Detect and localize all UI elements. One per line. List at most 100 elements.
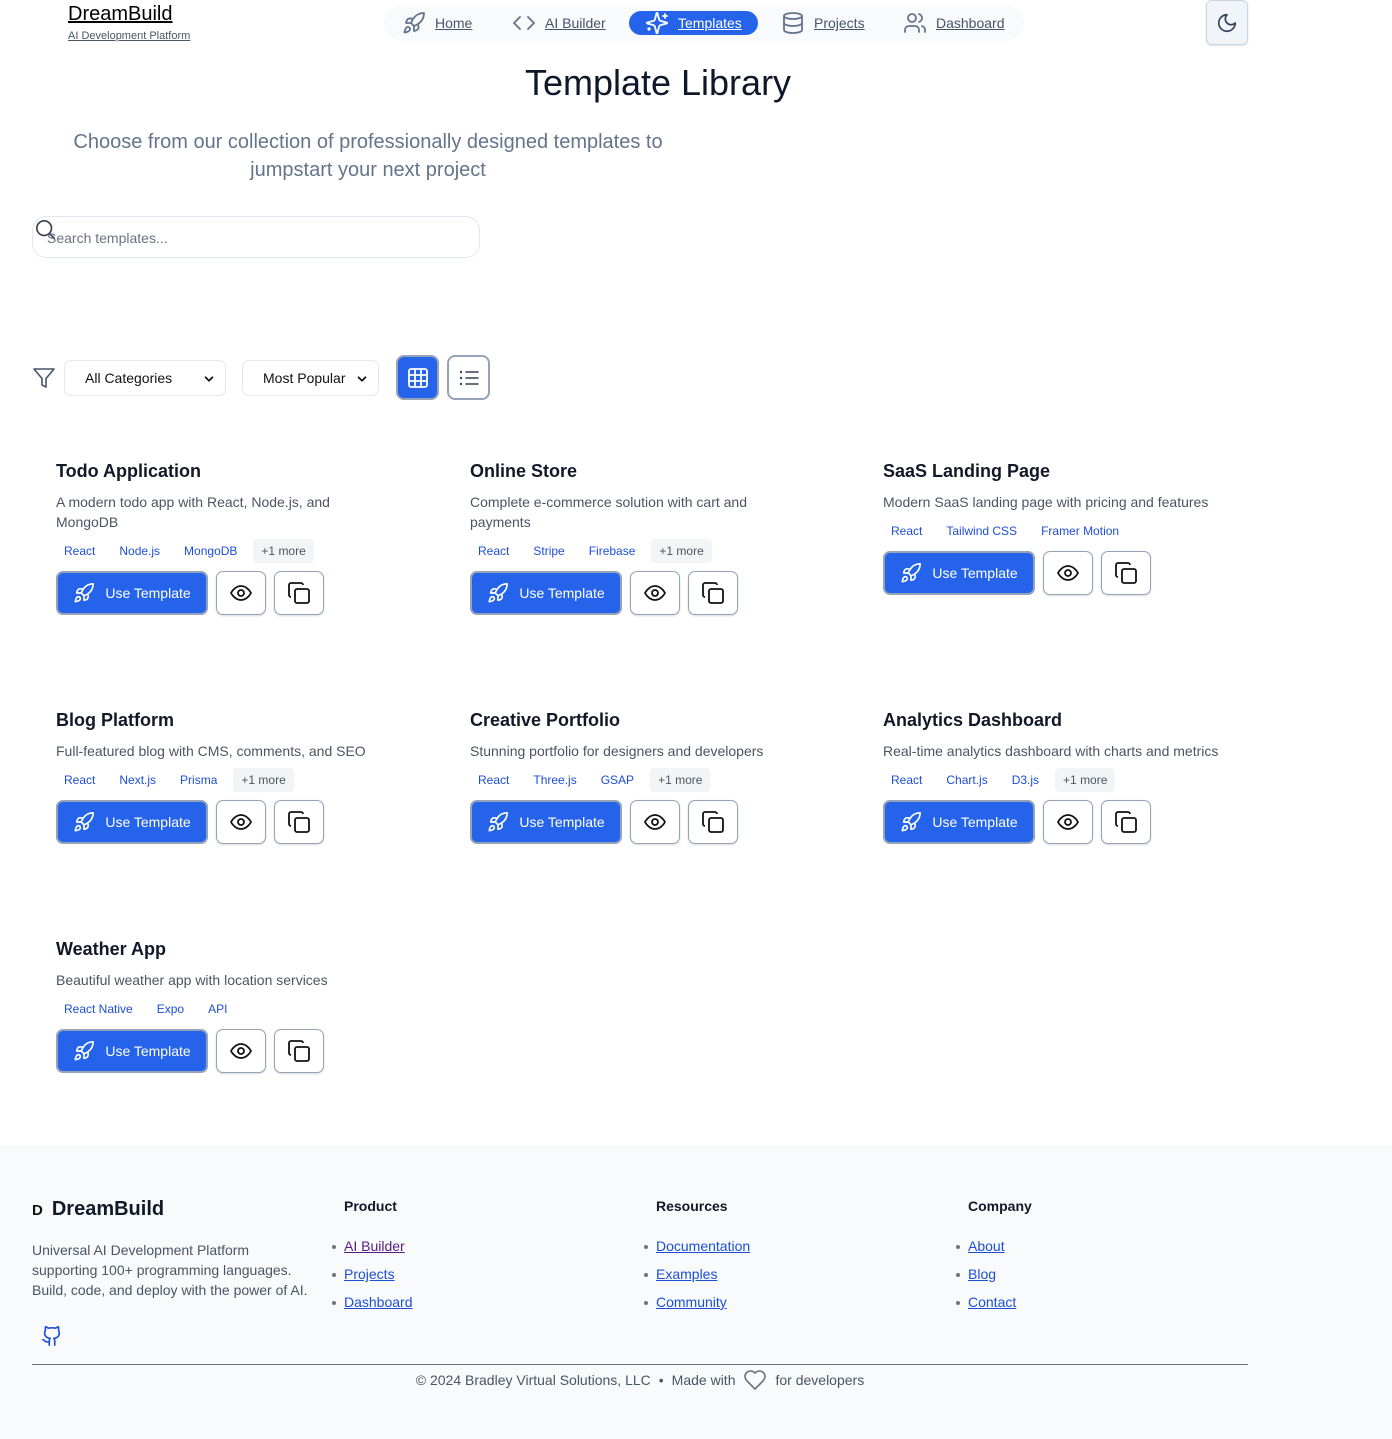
database-icon [783, 12, 803, 34]
theme-toggle-button[interactable] [1206, 0, 1248, 45]
template-title: Blog Platform [56, 710, 175, 730]
template-description: Stunning portfolio for designers and dev… [470, 743, 764, 759]
eye-icon [644, 814, 666, 830]
nav-dashboard-label: Dashboard [936, 15, 1005, 31]
github-link[interactable] [41, 1325, 63, 1352]
footer-brand: D DreamBuild [32, 1198, 164, 1221]
tech-tag: Framer Motion [1033, 519, 1128, 543]
footer-col-title: Resources [656, 1198, 728, 1214]
tech-tag: Three.js [525, 768, 585, 792]
footer-link-ai-builder[interactable]: AI Builder [344, 1238, 405, 1254]
copy-button[interactable] [274, 800, 324, 844]
use-template-button[interactable]: Use Template [56, 800, 208, 844]
template-tags: React Native Expo API [56, 997, 436, 1021]
rocket-icon [901, 812, 922, 832]
template-actions: Use Template [56, 1029, 436, 1073]
preview-button[interactable] [216, 571, 266, 615]
copy-icon [288, 582, 310, 604]
template-actions: Use Template [56, 800, 436, 844]
preview-button[interactable] [630, 800, 680, 844]
tech-tag: Next.js [111, 768, 165, 792]
separator-dot: • [658, 1372, 664, 1388]
tech-tag: Prisma [172, 768, 226, 792]
use-template-button[interactable]: Use Template [470, 571, 622, 615]
footer-divider [32, 1364, 1248, 1365]
brand-name-link[interactable]: DreamBuild [68, 3, 190, 25]
copy-icon [1115, 562, 1137, 584]
copy-button[interactable] [274, 571, 324, 615]
template-card: Weather App Beautiful weather app with lo… [56, 938, 436, 1073]
sparkles-icon [646, 12, 668, 34]
brand-tagline-link[interactable]: AI Development Platform [68, 30, 190, 43]
template-actions: Use Template [470, 800, 850, 844]
use-template-button[interactable]: Use Template [470, 800, 622, 844]
category-select-value: All Categories [85, 370, 173, 386]
preview-button[interactable] [216, 1029, 266, 1073]
eye-icon [230, 814, 252, 830]
footer-link-about[interactable]: About [968, 1238, 1005, 1254]
users-icon [904, 13, 926, 33]
template-card: Blog Platform Full-featured blog with CMS… [56, 709, 436, 844]
more-tags-badge: +1 more [253, 539, 314, 563]
footer-col-product: Product AI Builder Projects Dashboard [332, 1198, 413, 1316]
main-nav: Home AI Builder Templates Projects Dashb… [384, 5, 1024, 41]
template-actions: Use Template [470, 571, 850, 615]
footer-brand-name: DreamBuild [51, 1198, 165, 1220]
template-tags: React Tailwind CSS Framer Motion [883, 519, 1263, 543]
tech-tag: React [56, 768, 104, 792]
preview-button[interactable] [1043, 551, 1093, 595]
template-description: Complete e-commerce solution with cart a… [470, 494, 748, 530]
list-icon [459, 370, 479, 385]
preview-button[interactable] [1043, 800, 1093, 844]
grid-icon [407, 367, 428, 388]
nav-projects[interactable]: Projects [781, 11, 865, 35]
eye-icon [230, 585, 252, 601]
copy-button[interactable] [274, 1029, 324, 1073]
moon-icon [1217, 13, 1237, 32]
footer-link-examples[interactable]: Examples [656, 1266, 717, 1282]
nav-home[interactable]: Home [402, 11, 472, 35]
copy-button[interactable] [688, 800, 738, 844]
use-template-label: Use Template [105, 585, 191, 601]
nav-templates-label: Templates [678, 15, 742, 31]
tech-tag: Node.js [111, 539, 169, 563]
preview-button[interactable] [630, 571, 680, 615]
footer-link-dashboard[interactable]: Dashboard [344, 1294, 413, 1310]
tech-tag: D3.js [1003, 768, 1048, 792]
use-template-button[interactable]: Use Template [883, 551, 1035, 595]
sort-select[interactable]: Most Popular [242, 360, 379, 396]
category-select[interactable]: All Categories [64, 360, 226, 396]
use-template-button[interactable]: Use Template [56, 571, 208, 615]
copy-button[interactable] [688, 571, 738, 615]
eye-icon [1057, 565, 1079, 581]
list-view-button[interactable] [447, 355, 490, 400]
copy-icon [288, 1040, 310, 1062]
grid-view-button[interactable] [396, 355, 439, 400]
template-title: Todo Application [56, 461, 201, 481]
nav-templates[interactable]: Templates [629, 11, 758, 35]
footer-copyright-row: © 2024 Bradley Virtual Solutions, LLC • … [0, 1368, 1280, 1392]
brand: DreamBuild AI Development Platform [68, 3, 190, 43]
template-description: Full-featured blog with CMS, comments, a… [56, 743, 366, 759]
footer-col-title: Company [968, 1198, 1032, 1214]
use-template-label: Use Template [105, 1043, 191, 1059]
footer-link-blog[interactable]: Blog [968, 1266, 996, 1282]
footer-link-community[interactable]: Community [656, 1294, 727, 1310]
use-template-button[interactable]: Use Template [883, 800, 1035, 844]
footer-link-documentation[interactable]: Documentation [656, 1238, 750, 1254]
tech-tag: React [883, 768, 931, 792]
copy-button[interactable] [1101, 551, 1151, 595]
tech-tag: React [470, 539, 518, 563]
preview-button[interactable] [216, 800, 266, 844]
copy-button[interactable] [1101, 800, 1151, 844]
nav-ai-builder[interactable]: AI Builder [512, 11, 606, 35]
search-input[interactable]: Search templates... [32, 216, 480, 258]
rocket-icon [74, 812, 95, 832]
footer-link-projects[interactable]: Projects [344, 1266, 395, 1282]
nav-dashboard[interactable]: Dashboard [903, 11, 1005, 35]
use-template-button[interactable]: Use Template [56, 1029, 208, 1073]
use-template-label: Use Template [519, 585, 605, 601]
footer-link-contact[interactable]: Contact [968, 1294, 1016, 1310]
template-title: Online Store [470, 461, 578, 481]
tech-tag: Chart.js [938, 768, 996, 792]
